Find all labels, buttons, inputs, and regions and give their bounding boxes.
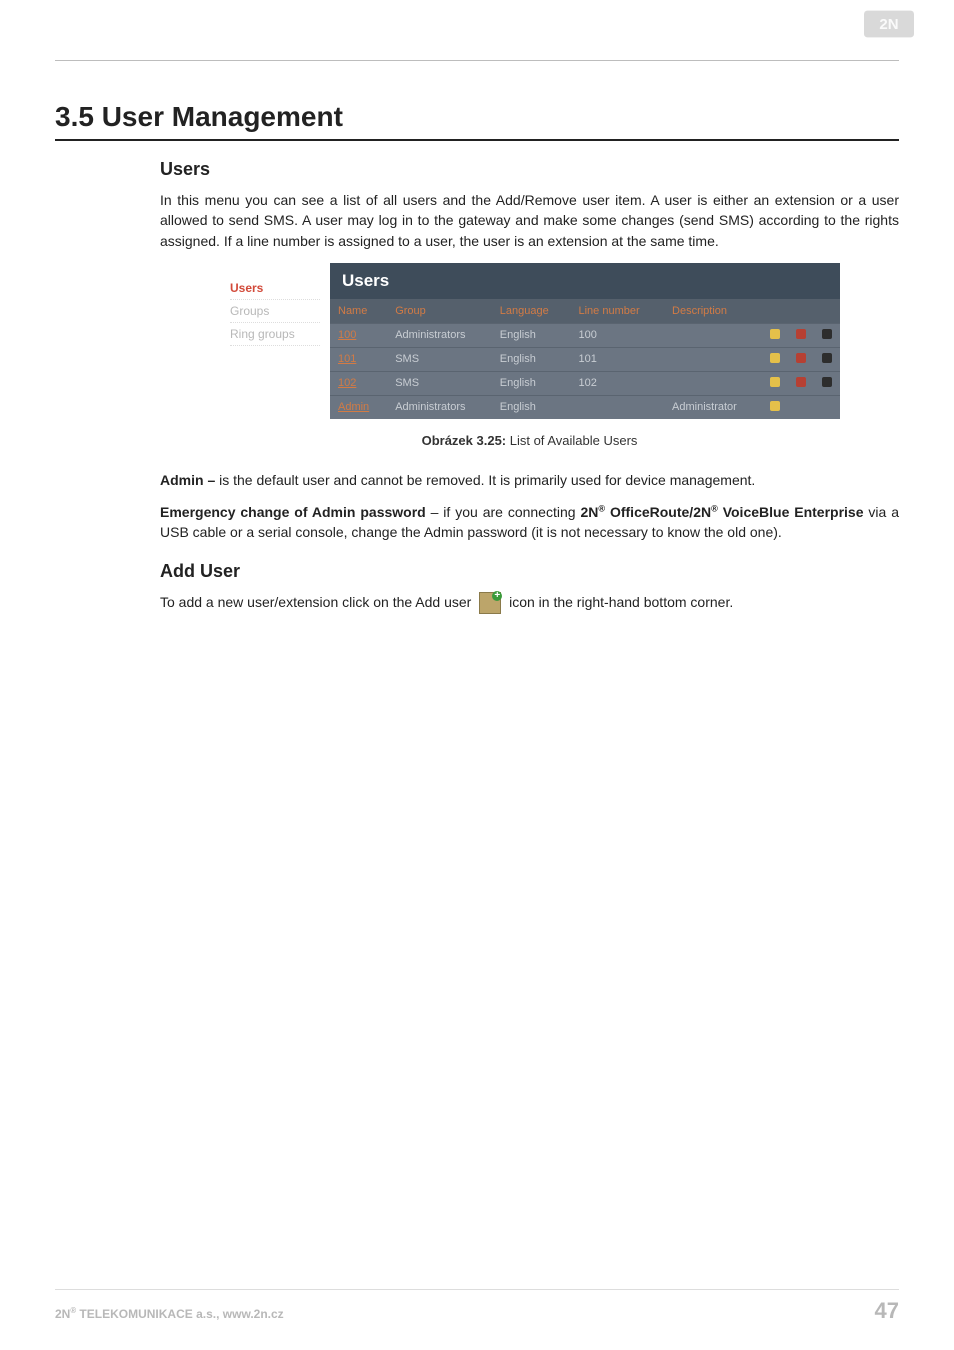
cell-desc	[664, 323, 762, 347]
section-title: 3.5 User Management	[55, 101, 899, 141]
prod-sup-2: ®	[711, 504, 718, 514]
figure-wrap: Users Groups Ring groups Users Name Grou…	[220, 263, 899, 419]
add-user-paragraph: To add a new user/extension click on the…	[160, 592, 899, 614]
cell-line	[571, 395, 665, 419]
svg-text:2N: 2N	[879, 16, 898, 33]
cell-language: English	[492, 395, 571, 419]
cell-language: English	[492, 371, 571, 395]
cell-name[interactable]: 100	[330, 323, 387, 347]
cell-name[interactable]: Admin	[330, 395, 387, 419]
add-user-heading: Add User	[160, 561, 899, 582]
figure-sidebar: Users Groups Ring groups	[220, 263, 330, 419]
table-row: 101 SMS English 101	[330, 347, 840, 371]
delete-icon[interactable]	[788, 323, 814, 347]
logo-2n-icon: 2N	[864, 10, 914, 38]
edit-icon[interactable]	[762, 395, 788, 419]
delete-icon[interactable]	[788, 371, 814, 395]
sidebar-item-groups[interactable]: Groups	[230, 300, 320, 323]
edit-icon[interactable]	[762, 371, 788, 395]
col-name[interactable]: Name	[330, 299, 387, 324]
users-table: Name Group Language Line number Descript…	[330, 299, 840, 419]
cell-group: SMS	[387, 347, 492, 371]
caption-label: Obrázek 3.25:	[422, 433, 507, 448]
cell-desc	[664, 347, 762, 371]
col-description[interactable]: Description	[664, 299, 762, 324]
admin-bold: Admin –	[160, 472, 215, 488]
header-rule	[55, 60, 899, 61]
col-line-number[interactable]: Line number	[571, 299, 665, 324]
prod2-bold: OfficeRoute/2N	[610, 504, 711, 520]
table-row: 100 Administrators English 100	[330, 323, 840, 347]
footer-left: 2N® TELEKOMUNIKACE a.s., www.2n.cz	[55, 1306, 284, 1321]
delete-icon	[788, 395, 814, 419]
cell-line: 101	[571, 347, 665, 371]
cell-line: 102	[571, 371, 665, 395]
cell-line: 100	[571, 323, 665, 347]
cell-language: English	[492, 323, 571, 347]
figure-title: Users	[330, 263, 840, 299]
cell-group: Administrators	[387, 323, 492, 347]
add-user-pre: To add a new user/extension click on the…	[160, 594, 475, 610]
delete-icon[interactable]	[788, 347, 814, 371]
col-action-3	[814, 299, 840, 324]
table-row: Admin Administrators English Administrat…	[330, 395, 840, 419]
cell-name[interactable]: 101	[330, 347, 387, 371]
table-header-row: Name Group Language Line number Descript…	[330, 299, 840, 324]
emerg-bold: Emergency change of Admin password	[160, 504, 426, 520]
prod1-bold: 2N	[580, 504, 598, 520]
add-user-icon[interactable]	[479, 592, 501, 614]
cell-desc	[664, 371, 762, 395]
cell-group: Administrators	[387, 395, 492, 419]
table-row: 102 SMS English 102	[330, 371, 840, 395]
sidebar-item-ring-groups[interactable]: Ring groups	[230, 323, 320, 346]
edit-icon[interactable]	[762, 347, 788, 371]
page-footer: 2N® TELEKOMUNIKACE a.s., www.2n.cz 47	[55, 1289, 899, 1324]
users-paragraph: In this menu you can see a list of all u…	[160, 190, 899, 251]
sidebar-item-users[interactable]: Users	[230, 277, 320, 300]
edit-icon[interactable]	[762, 323, 788, 347]
disk-icon[interactable]	[814, 371, 840, 395]
brand-logo: 2N	[864, 10, 914, 43]
disk-icon[interactable]	[814, 323, 840, 347]
col-action-2	[788, 299, 814, 324]
users-heading: Users	[160, 159, 899, 180]
emerg-mid: – if you are connecting	[426, 504, 581, 520]
disk-icon[interactable]	[814, 347, 840, 371]
col-group[interactable]: Group	[387, 299, 492, 324]
figure-caption: Obrázek 3.25: List of Available Users	[160, 433, 899, 448]
footer-company: TELEKOMUNIKACE a.s., www.2n.cz	[76, 1307, 284, 1321]
col-language[interactable]: Language	[492, 299, 571, 324]
cell-language: English	[492, 347, 571, 371]
caption-text: List of Available Users	[506, 433, 637, 448]
cell-desc: Administrator	[664, 395, 762, 419]
users-figure: Users Groups Ring groups Users Name Grou…	[220, 263, 840, 419]
cell-group: SMS	[387, 371, 492, 395]
cell-name[interactable]: 102	[330, 371, 387, 395]
emergency-paragraph: Emergency change of Admin password – if …	[160, 502, 899, 543]
prod3-bold: VoiceBlue Enterprise	[718, 504, 864, 520]
page-number: 47	[875, 1298, 899, 1324]
footer-brand: 2N	[55, 1307, 70, 1321]
add-user-post: icon in the right-hand bottom corner.	[505, 594, 733, 610]
figure-main: Users Name Group Language Line number De…	[330, 263, 840, 419]
admin-paragraph: Admin – is the default user and cannot b…	[160, 470, 899, 490]
col-action-1	[762, 299, 788, 324]
admin-text: is the default user and cannot be remove…	[215, 472, 755, 488]
disk-icon	[814, 395, 840, 419]
